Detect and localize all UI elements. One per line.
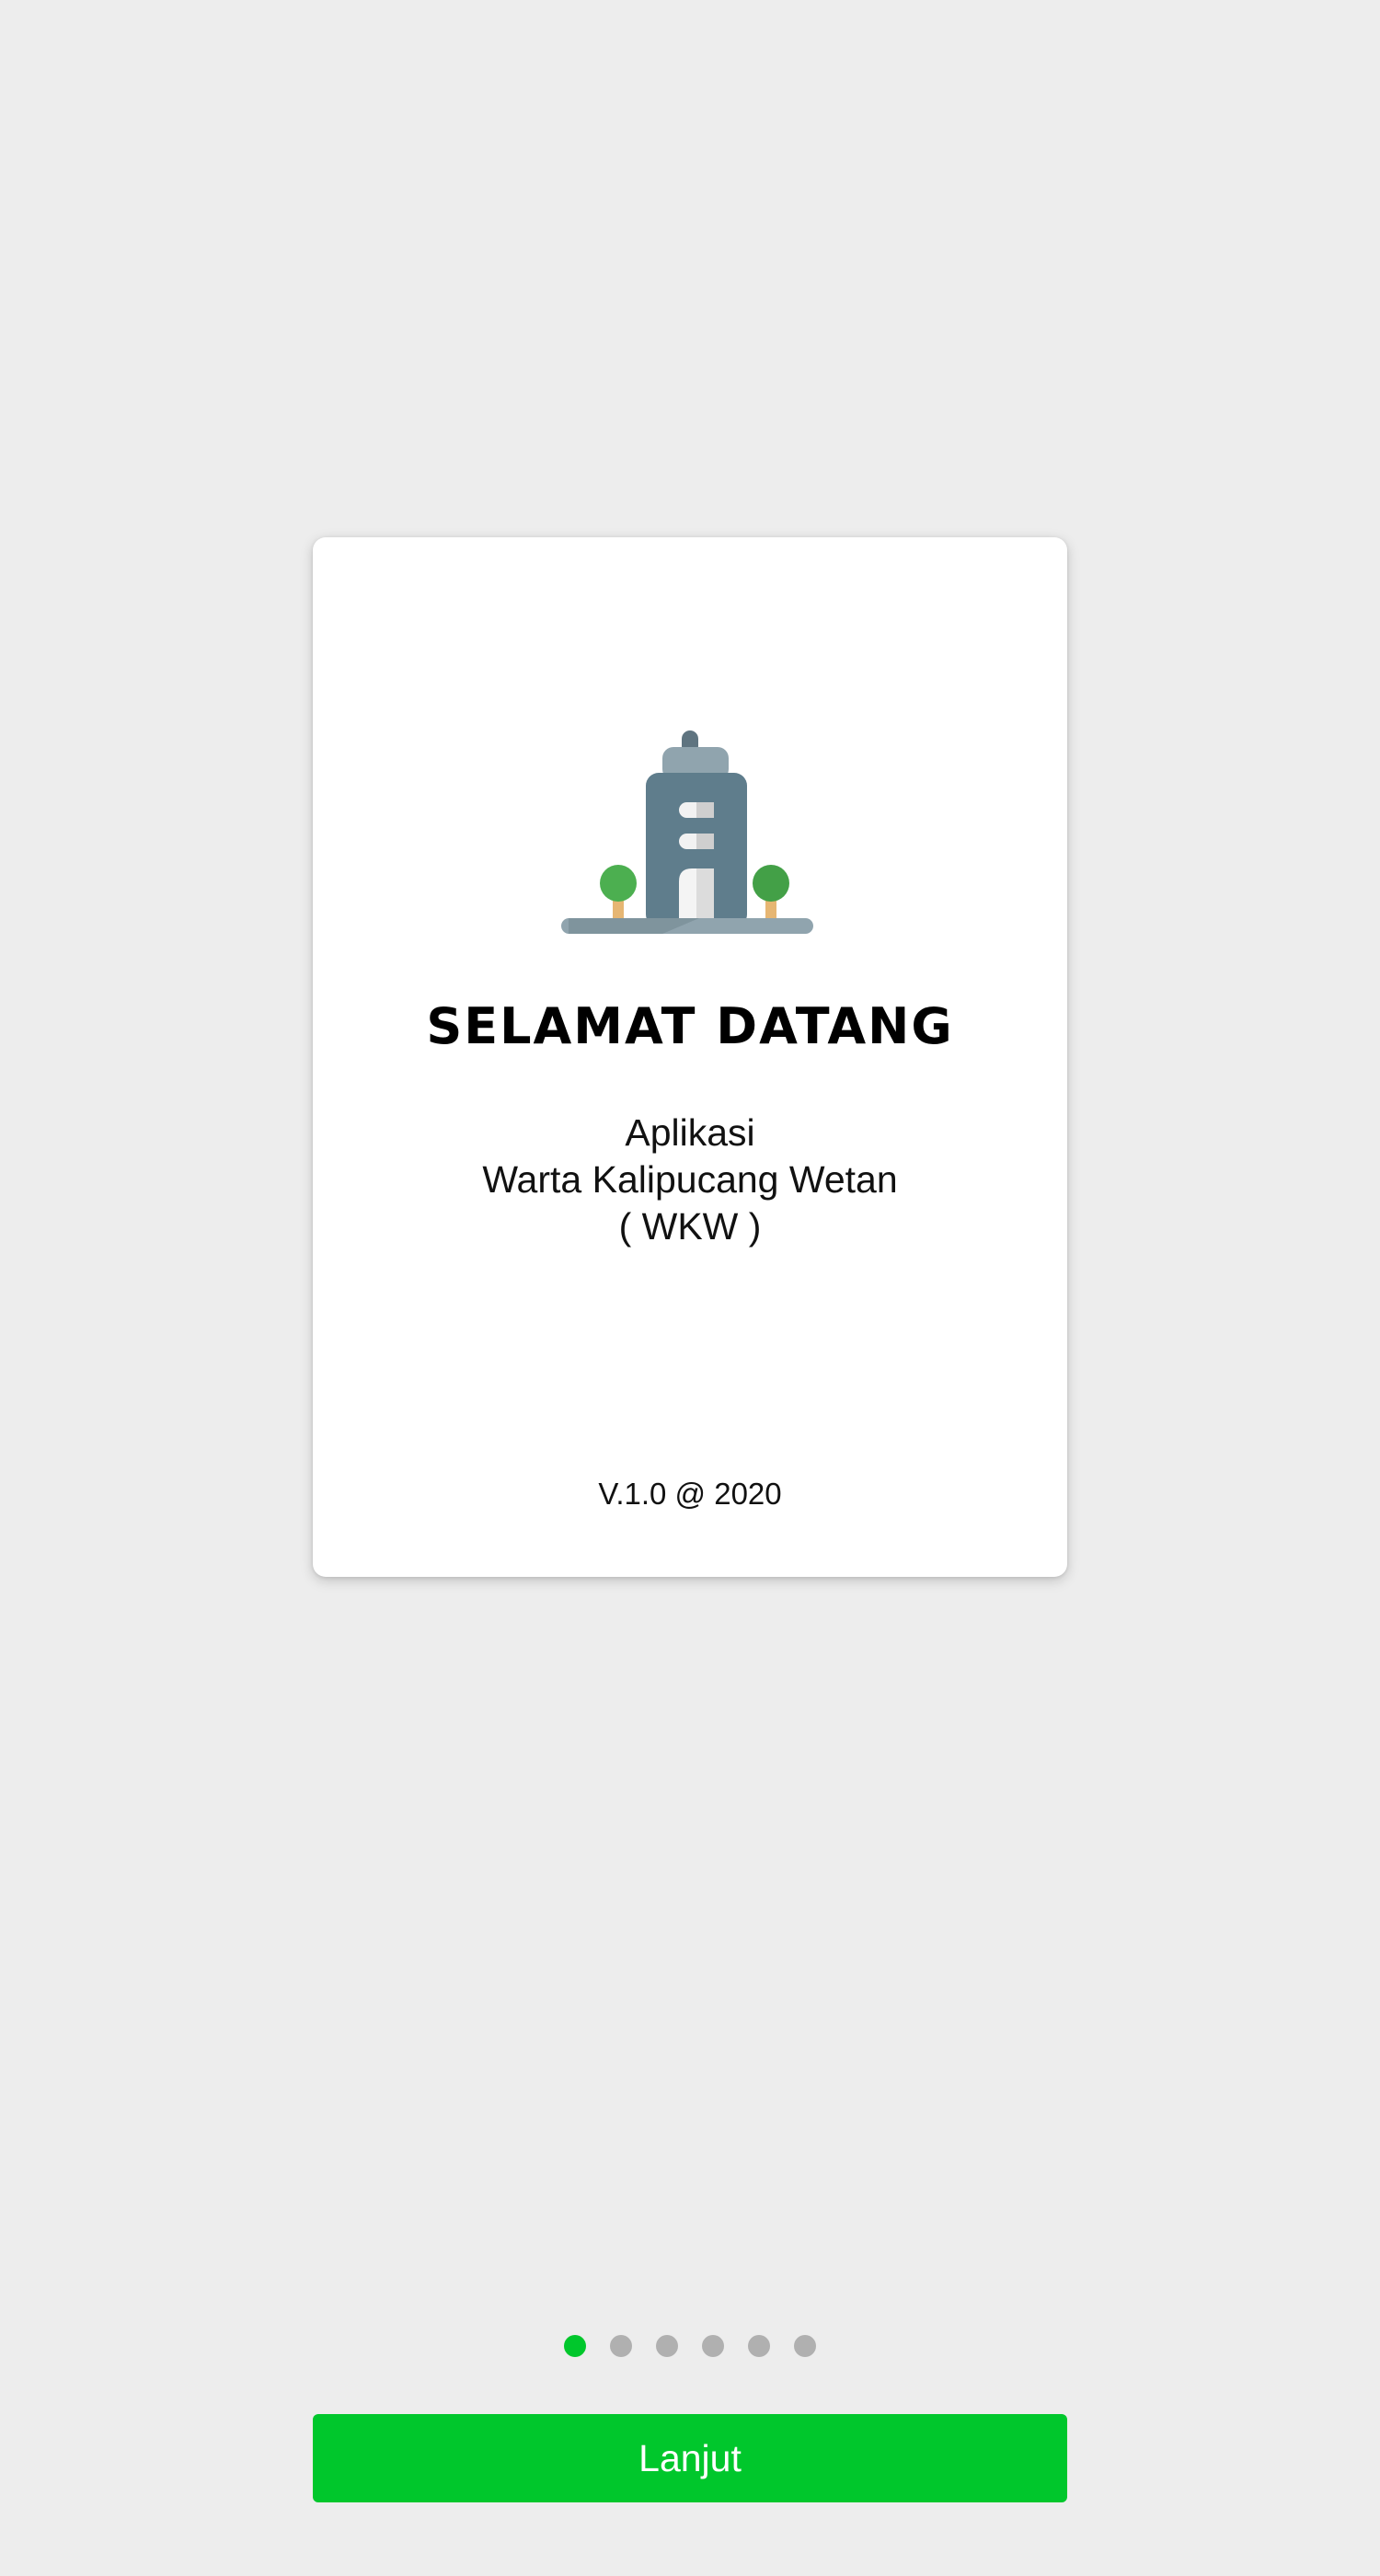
subtitle-line: ( WKW ) [618,1205,762,1248]
welcome-card: SELAMAT DATANG Aplikasi Warta Kalipucang… [313,537,1067,1577]
next-button[interactable]: Lanjut [313,2414,1067,2502]
page-indicator [0,2335,1380,2357]
app-subtitle: Aplikasi Warta Kalipucang Wetan ( WKW ) [313,1110,1067,1250]
page-dot-active[interactable] [564,2335,586,2357]
page-dot[interactable] [656,2335,678,2357]
page-dot[interactable] [702,2335,724,2357]
page-dot[interactable] [748,2335,770,2357]
building-with-trees-icon [561,730,813,934]
subtitle-line: Aplikasi [625,1111,755,1154]
version-label: V.1.0 @ 2020 [598,1477,782,1511]
welcome-title: SELAMAT DATANG [426,997,954,1055]
page-dot[interactable] [610,2335,632,2357]
subtitle-line: Warta Kalipucang Wetan [482,1158,898,1201]
page-dot[interactable] [794,2335,816,2357]
